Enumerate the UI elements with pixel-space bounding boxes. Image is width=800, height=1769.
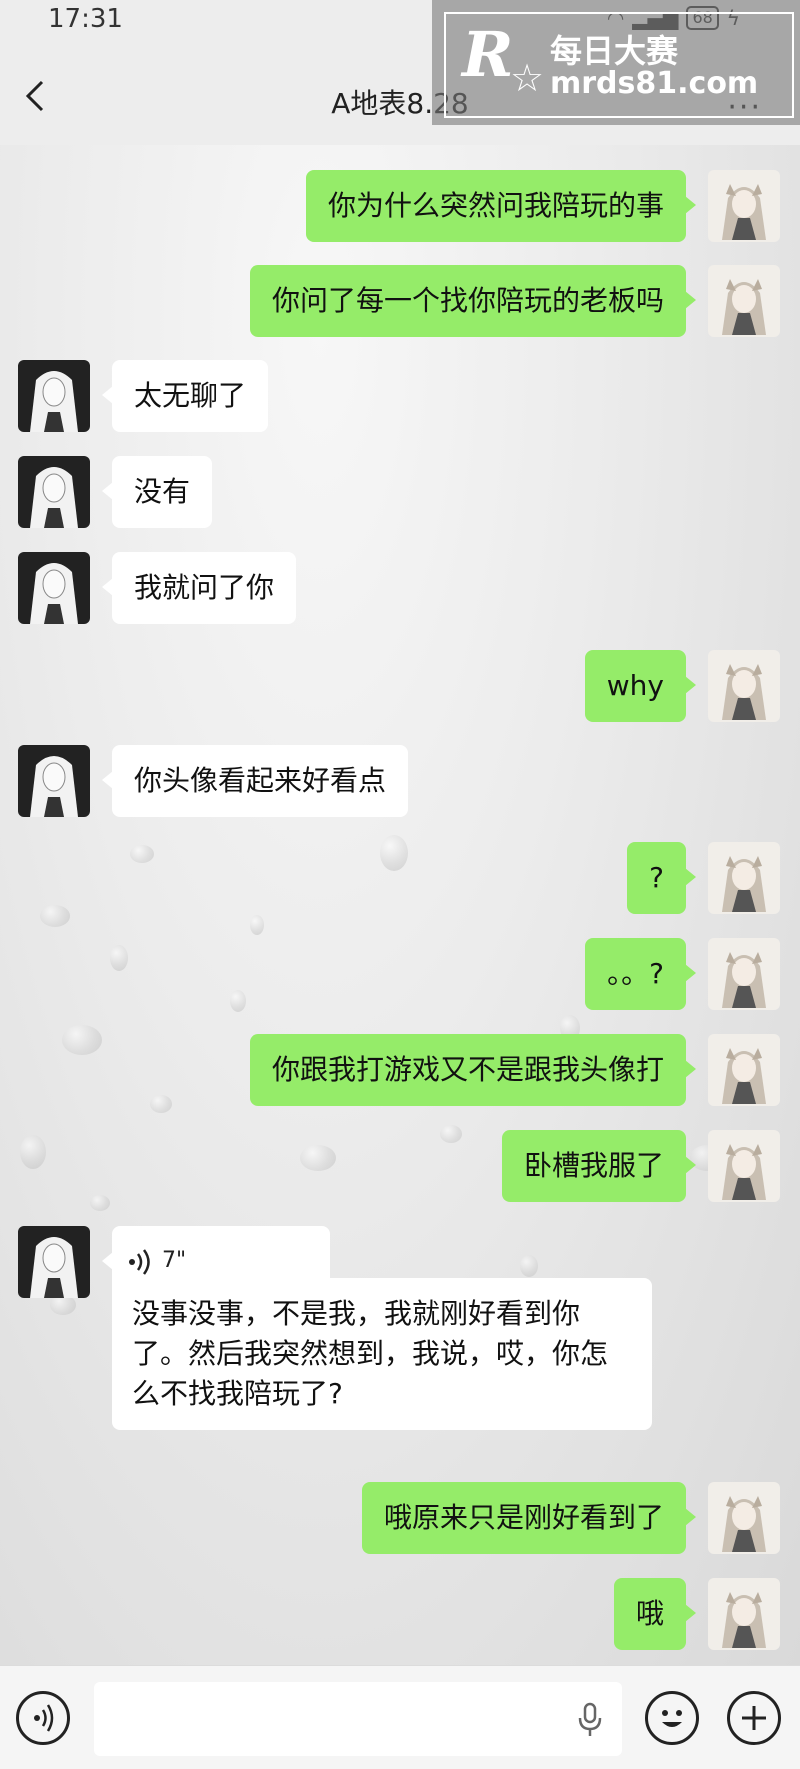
message-bubble[interactable]: 你为什么突然问我陪玩的事: [305, 170, 697, 242]
message-bubble[interactable]: 你问了每一个找你陪玩的老板吗: [249, 265, 697, 337]
status-time: 17:31: [48, 4, 123, 34]
message-bubble[interactable]: 我就问了你: [101, 552, 297, 624]
voice-wave-icon: [129, 1249, 150, 1275]
emoji-icon: [662, 1710, 682, 1727]
message-input[interactable]: [94, 1682, 622, 1756]
input-bar: [0, 1665, 800, 1769]
message-bubble[interactable]: 没有: [101, 456, 213, 528]
voice-wave-icon: [34, 1704, 54, 1732]
contact-avatar[interactable]: [18, 745, 90, 817]
message-bubble[interactable]: ?: [627, 842, 696, 914]
my-avatar[interactable]: [708, 1578, 780, 1650]
contact-avatar[interactable]: [18, 360, 90, 432]
watermark-url: mrds81.com: [550, 66, 759, 101]
contact-avatar[interactable]: [18, 1226, 90, 1298]
plus-icon: [742, 1706, 766, 1730]
message-bubble[interactable]: 哦原来只是刚好看到了: [361, 1482, 697, 1554]
voice-mode-button[interactable]: [16, 1691, 70, 1745]
my-avatar[interactable]: [708, 650, 780, 722]
my-avatar[interactable]: [708, 1130, 780, 1202]
watermark: R ☆ 每日大赛 mrds81.com: [432, 0, 800, 125]
message-bubble[interactable]: 卧槽我服了: [501, 1130, 697, 1202]
star-icon: ☆: [510, 56, 545, 100]
my-avatar[interactable]: [708, 265, 780, 337]
my-avatar[interactable]: [708, 938, 780, 1010]
message-bubble[interactable]: 。。?: [585, 938, 696, 1010]
voice-duration: 7": [162, 1248, 187, 1273]
message-bubble[interactable]: 你跟我打游戏又不是跟我头像打: [249, 1034, 697, 1106]
message-bubble[interactable]: 你头像看起来好看点: [101, 745, 409, 817]
emoji-button[interactable]: [645, 1691, 699, 1745]
my-avatar[interactable]: [708, 1482, 780, 1554]
microphone-icon[interactable]: [576, 1702, 604, 1738]
contact-avatar[interactable]: [18, 552, 90, 624]
voice-transcript[interactable]: 没事没事，不是我，我就刚好看到你了。然后我突然想到，我说，哎，你怎么不找我陪玩了…: [112, 1278, 652, 1430]
my-avatar[interactable]: [708, 170, 780, 242]
more-actions-button[interactable]: [727, 1691, 781, 1745]
message-bubble[interactable]: 哦: [613, 1578, 697, 1650]
message-bubble[interactable]: 太无聊了: [101, 360, 269, 432]
message-bubble[interactable]: why: [584, 650, 697, 722]
my-avatar[interactable]: [708, 842, 780, 914]
my-avatar[interactable]: [708, 1034, 780, 1106]
contact-avatar[interactable]: [18, 456, 90, 528]
watermark-logo: R: [462, 18, 514, 91]
